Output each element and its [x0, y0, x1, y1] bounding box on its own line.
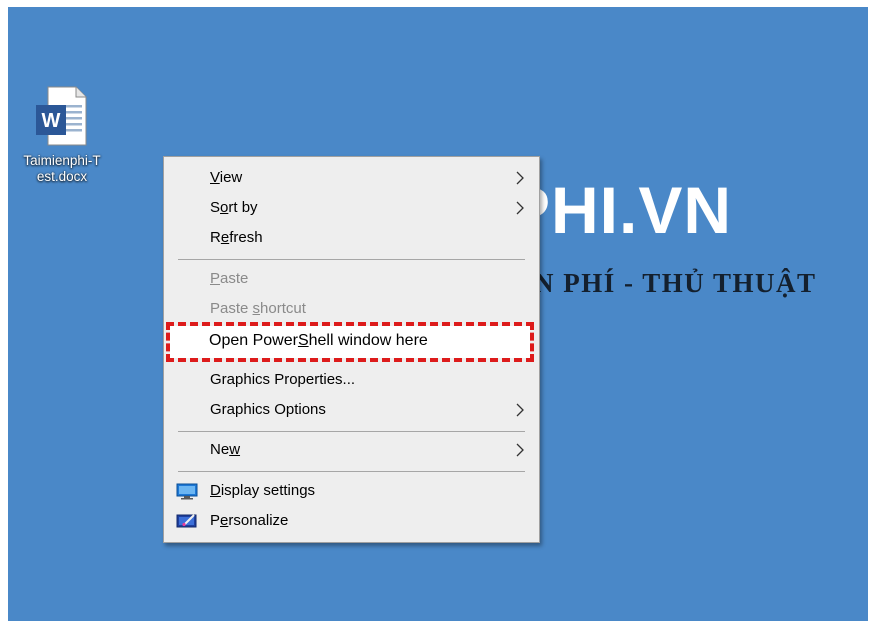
menu-item-label: Graphics Options [210, 401, 326, 418]
menu-item-label: Refresh [210, 229, 263, 246]
menu-item-label: Paste shortcut [210, 300, 306, 317]
menu-item-new[interactable]: New [164, 435, 539, 465]
menu-item-label: Personalize [210, 512, 289, 529]
chevron-right-icon [516, 171, 524, 185]
menu-item-label: Paste [210, 270, 249, 287]
menu-item-label: View [210, 169, 243, 186]
menu-item-paste-shortcut[interactable]: Paste shortcut [164, 294, 539, 324]
personalize-icon [176, 514, 197, 528]
menu-separator [178, 431, 525, 432]
chevron-right-icon [516, 201, 524, 215]
word-document-icon: W [34, 85, 90, 147]
desktop-file-icon[interactable]: W Taimienphi-T est.docx [20, 85, 104, 185]
chevron-right-icon [516, 403, 524, 417]
menu-item-label: New [210, 441, 241, 458]
menu-item-sort-by[interactable]: Sort by [164, 193, 539, 223]
desktop-file-label: Taimienphi-T est.docx [23, 153, 101, 184]
menu-item-paste[interactable]: Paste [164, 264, 539, 294]
menu-item-label: Graphics Properties... [210, 371, 356, 388]
menu-item-view[interactable]: View [164, 163, 539, 193]
display-settings-icon [176, 483, 198, 500]
menu-separator [178, 259, 525, 260]
menu-item-label: Display settings [210, 482, 316, 499]
menu-item-graphics-options[interactable]: Graphics Options [164, 395, 539, 425]
menu-separator [178, 471, 525, 472]
chevron-right-icon [516, 443, 524, 457]
menu-item-refresh[interactable]: Refresh [164, 223, 539, 253]
watermark-tagline: N PHÍ - THỦ THUẬT [534, 268, 817, 298]
menu-item-personalize[interactable]: Personalize [164, 506, 539, 536]
menu-item-display-settings[interactable]: Display settings [164, 476, 539, 506]
menu-item-graphics-properties[interactable]: Graphics Properties... [164, 365, 539, 395]
svg-text:W: W [42, 110, 61, 132]
menu-item-open-powershell[interactable]: Open PowerShell window here [163, 326, 540, 356]
menu-item-label: Open PowerShell window here [209, 332, 428, 349]
menu-item-label: Sort by [210, 199, 258, 216]
